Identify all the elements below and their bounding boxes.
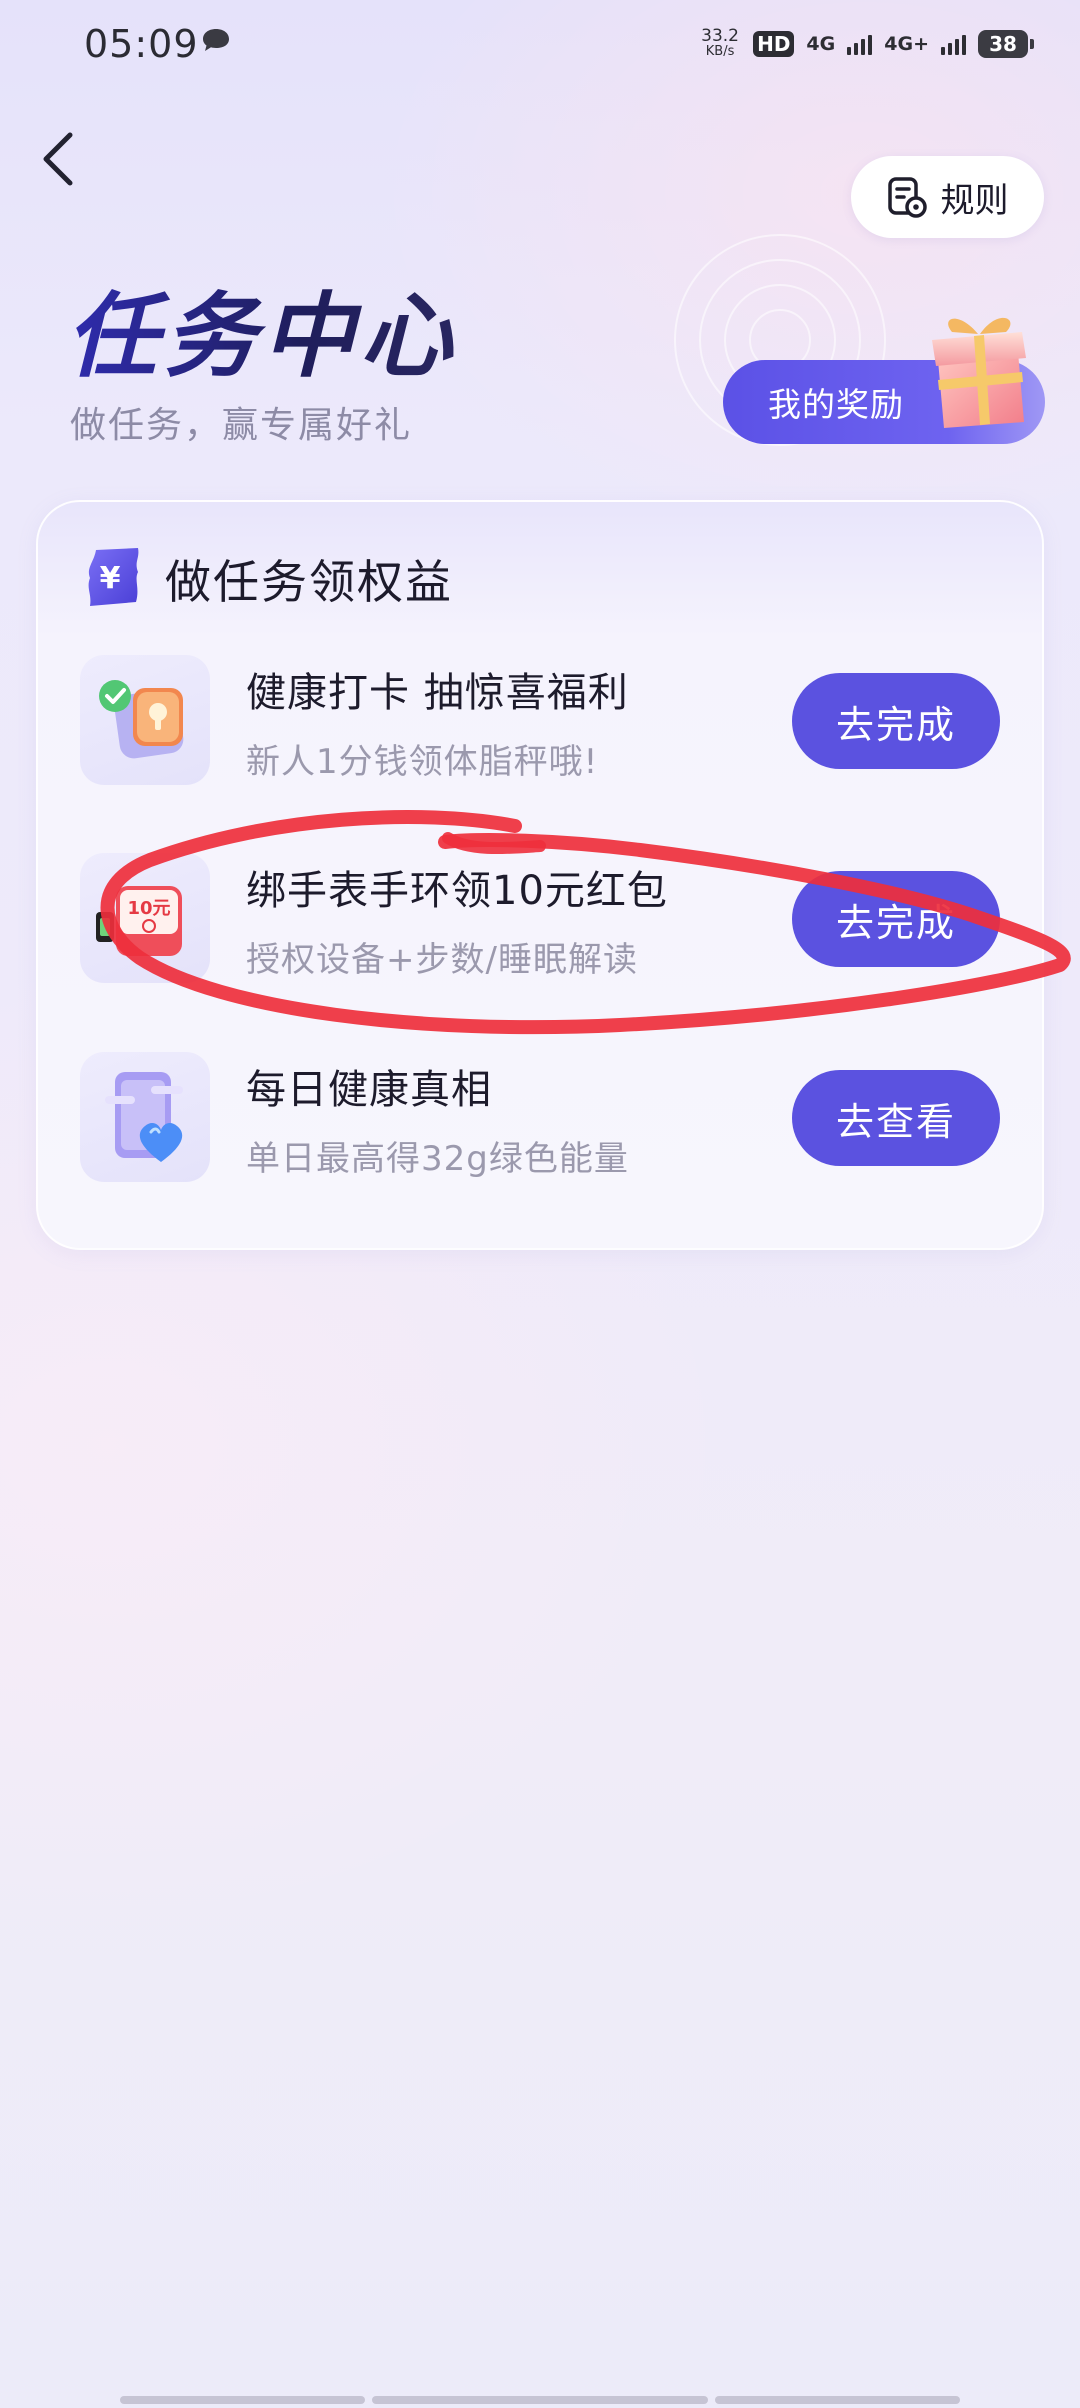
battery-icon: 38 [978, 30, 1034, 58]
chevron-left-icon [43, 132, 73, 186]
net-speed: 33.2 KB/s [699, 28, 741, 60]
signal-icon [847, 33, 873, 55]
task-2-button[interactable]: 去完成 [792, 871, 1000, 967]
page-title: 任务中心 [66, 262, 458, 395]
network-type-1: 4G [806, 33, 836, 55]
task-2-desc: 授权设备+步数/睡眠解读 [246, 940, 638, 980]
home-indicator-middle [372, 2396, 708, 2404]
network-type-2: 4G+ [884, 33, 929, 55]
back-button[interactable] [30, 124, 86, 194]
task-1-name: 健康打卡 抽惊喜福利 [246, 670, 629, 716]
home-indicator-right [715, 2396, 960, 2404]
home-indicator-left [120, 2396, 365, 2404]
task-1-button[interactable]: 去完成 [792, 673, 1000, 769]
red-packet-amount: 10元 [127, 898, 170, 919]
rules-label: 规则 [940, 180, 1009, 221]
health-checkin-icon [80, 655, 210, 785]
page-subtitle: 做任务，赢专属好礼 [70, 405, 413, 446]
task-3-desc: 单日最高得32g绿色能量 [246, 1139, 629, 1179]
net-speed-unit: KB/s [705, 44, 735, 59]
net-speed-value: 33.2 [701, 26, 739, 46]
red-packet-illustration: 10元 [96, 886, 182, 956]
yuan-ticket-icon: ¥ [88, 548, 139, 606]
task-3-button[interactable]: 去查看 [792, 1070, 1000, 1166]
status-time: 05:09 [84, 22, 199, 66]
my-rewards-label: 我的奖励 [768, 385, 904, 424]
checkin-illustration [99, 680, 184, 759]
task-3-name: 每日健康真相 [246, 1067, 492, 1113]
task-1-desc: 新人1分钱领体脂秤哦! [246, 742, 599, 782]
task-2-name: 绑手表手环领10元红包 [246, 868, 668, 914]
signal-icon-2 [941, 33, 966, 55]
status-indicators: 33.2 KB/s HD 4G 4G+ 38 [699, 22, 1034, 66]
red-packet-icon: 10元 [80, 853, 210, 983]
task-card-title: 做任务领权益 [165, 555, 453, 609]
hd-badge: HD [753, 31, 795, 57]
phone-heart-illustration [105, 1072, 183, 1162]
svg-text:¥: ¥ [100, 561, 121, 596]
message-icon [203, 29, 229, 51]
phone-heart-icon [80, 1052, 210, 1182]
gift-box-icon [932, 317, 1026, 428]
